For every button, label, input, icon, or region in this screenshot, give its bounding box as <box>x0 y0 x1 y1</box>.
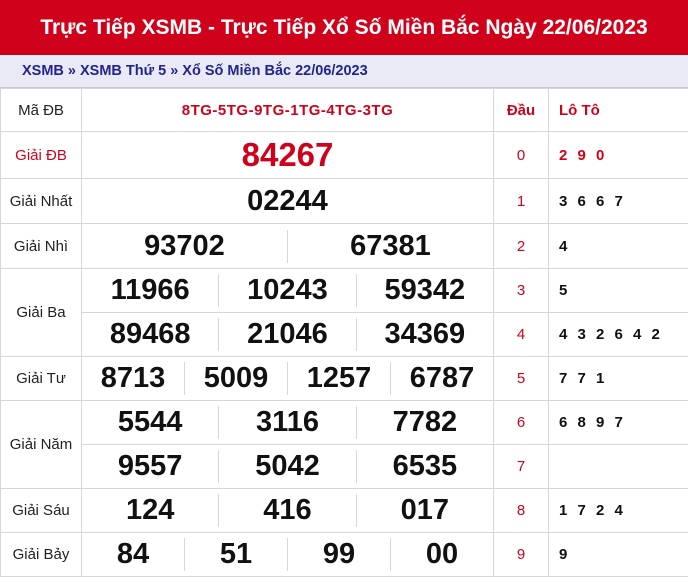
loto-cell: 4 <box>548 223 688 269</box>
prize-number: 10243 <box>218 274 355 307</box>
loto-cell: 9 <box>548 532 688 577</box>
loto-cell: 1 7 2 4 <box>548 488 688 533</box>
table-row-giai-db: Giải ĐB 84267 0 2 9 0 <box>0 131 688 179</box>
prize-number: 416 <box>218 494 355 527</box>
table-row-giai-nhi: Giải Nhì 93702 67381 2 4 <box>0 223 688 269</box>
prize-label-sau: Giải Sáu <box>0 488 82 533</box>
prize-numbers-ba-2: 89468 21046 34369 <box>81 312 494 357</box>
prize-number: 5544 <box>117 406 183 438</box>
prize-number: 89468 <box>109 318 191 350</box>
prize-label-tu: Giải Tư <box>0 356 82 401</box>
prize-number: 67381 <box>287 229 493 263</box>
prize-number: 84267 <box>241 136 334 173</box>
prize-number: 11966 <box>110 274 190 306</box>
prize-number: 7782 <box>355 406 493 439</box>
loto-cell <box>548 444 688 489</box>
prize-numbers-nhat: 02244 <box>81 178 494 224</box>
prize-number: 21046 <box>218 318 355 351</box>
prize-number: 3116 <box>218 406 355 439</box>
prize-label-nhat: Giải Nhất <box>0 178 82 224</box>
dau-cell: 2 <box>493 223 549 269</box>
prize-label-nhi: Giải Nhì <box>0 223 82 269</box>
prize-number: 84 <box>116 538 150 570</box>
prize-number: 51 <box>184 538 287 571</box>
prize-number: 34369 <box>355 318 493 351</box>
prize-number: 017 <box>355 494 493 527</box>
table-row-giai-tu: Giải Tư 8713 5009 1257 6787 5 7 7 1 <box>0 356 688 401</box>
prize-numbers-nam-1: 5544 3116 7782 <box>81 400 494 445</box>
loto-cell: 2 9 0 <box>548 131 688 179</box>
prize-numbers-nam-2: 9557 5042 6535 <box>81 444 494 489</box>
dau-cell: 0 <box>493 131 549 179</box>
prize-numbers-nhi: 93702 67381 <box>81 223 494 269</box>
prize-number: 124 <box>125 494 175 526</box>
prize-numbers-db: 84267 <box>81 131 494 179</box>
results-table: Mã ĐB 8TG-5TG-9TG-1TG-4TG-3TG Đầu Lô Tô … <box>0 88 688 577</box>
ma-db-label: Mã ĐB <box>0 88 82 132</box>
table-row-giai-nhat: Giải Nhất 02244 1 3 6 6 7 <box>0 178 688 224</box>
prize-number: 99 <box>287 538 390 571</box>
table-row-giai-ba: 89468 21046 34369 4 4 3 2 6 4 2 <box>1 312 688 357</box>
prize-numbers-bay: 84 51 99 00 <box>81 532 494 577</box>
breadcrumb-separator: » <box>67 63 76 79</box>
prize-number: 5042 <box>218 450 355 483</box>
prize-numbers-ba-1: 11966 10243 59342 <box>81 268 494 313</box>
table-row-giai-sau: Giải Sáu 124 416 017 8 1 7 2 4 <box>0 488 688 533</box>
prize-number: 6787 <box>390 362 493 395</box>
table-row-giai-nam: 9557 5042 6535 7 <box>1 444 688 489</box>
page-title: Trực Tiếp XSMB - Trực Tiếp Xổ Số Miền Bắ… <box>0 0 688 55</box>
dau-cell: 6 <box>493 400 549 445</box>
loto-cell: 3 6 6 7 <box>548 178 688 224</box>
loto-cell: 7 7 1 <box>548 356 688 401</box>
breadcrumb-separator: » <box>170 63 179 79</box>
breadcrumb-current: Xổ Số Miền Bắc 22/06/2023 <box>182 63 368 79</box>
prize-number: 9557 <box>117 450 183 482</box>
loto-cell: 6 8 9 7 <box>548 400 688 445</box>
ma-db-value: 8TG-5TG-9TG-1TG-4TG-3TG <box>81 88 494 132</box>
prize-number: 93702 <box>144 229 225 262</box>
prize-number: 8713 <box>100 362 166 394</box>
dau-cell: 8 <box>493 488 549 533</box>
prize-label-nam: Giải Năm <box>0 400 82 489</box>
dau-cell: 1 <box>493 178 549 224</box>
table-row-giai-ba: Giải Ba 11966 10243 59342 3 5 <box>0 268 688 357</box>
prize-numbers-tu: 8713 5009 1257 6787 <box>81 356 494 401</box>
dau-cell: 4 <box>493 312 549 357</box>
table-row-giai-nam: Giải Năm 5544 3116 7782 6 6 8 9 7 <box>0 400 688 489</box>
breadcrumb-link-xsmb-thu5[interactable]: XSMB Thứ 5 <box>80 63 166 79</box>
dau-header: Đầu <box>493 88 549 132</box>
loto-cell: 4 3 2 6 4 2 <box>548 312 688 357</box>
dau-cell: 7 <box>493 444 549 489</box>
prize-number: 02244 <box>247 184 328 217</box>
prize-number: 59342 <box>355 274 493 307</box>
prize-number: 5009 <box>184 362 287 395</box>
prize-number: 00 <box>390 538 493 571</box>
breadcrumb-link-xsmb[interactable]: XSMB <box>22 63 64 79</box>
prize-label-bay: Giải Bảy <box>0 532 82 577</box>
prize-label-db: Giải ĐB <box>0 131 82 179</box>
loto-cell: 5 <box>548 268 688 313</box>
prize-number: 6535 <box>355 450 493 483</box>
breadcrumb: XSMB » XSMB Thứ 5 » Xổ Số Miền Bắc 22/06… <box>0 55 688 88</box>
dau-cell: 3 <box>493 268 549 313</box>
loto-header: Lô Tô <box>548 88 688 132</box>
prize-numbers-sau: 124 416 017 <box>81 488 494 533</box>
prize-label-ba: Giải Ba <box>0 268 82 357</box>
table-row-header: Mã ĐB 8TG-5TG-9TG-1TG-4TG-3TG Đầu Lô Tô <box>0 88 688 132</box>
dau-cell: 9 <box>493 532 549 577</box>
dau-cell: 5 <box>493 356 549 401</box>
prize-number: 1257 <box>287 362 390 395</box>
table-row-giai-bay: Giải Bảy 84 51 99 00 9 9 <box>0 532 688 577</box>
